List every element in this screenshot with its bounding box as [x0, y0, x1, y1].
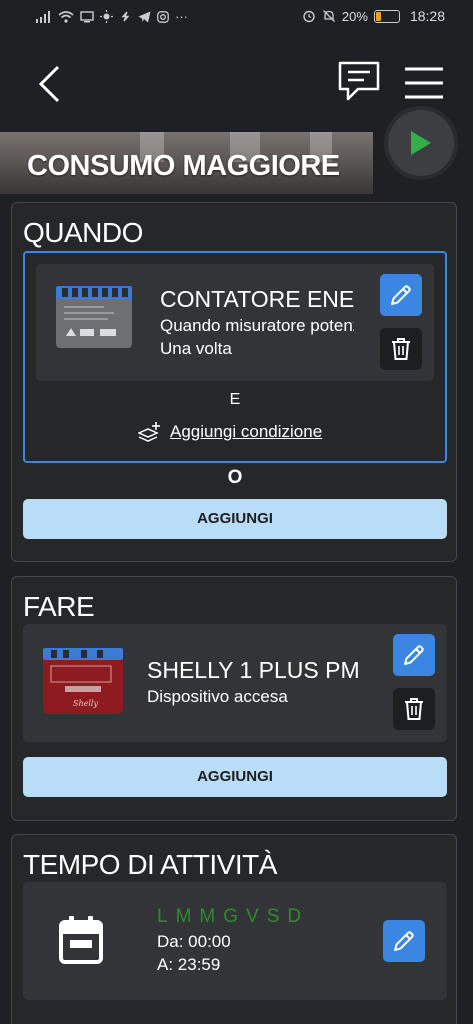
delete-condition-button[interactable]	[380, 328, 422, 370]
action-description: Dispositivo accesa	[147, 687, 288, 706]
shelly-device-image: Shelly	[43, 648, 123, 714]
condition-description: Quando misuratore potenza	[160, 316, 354, 335]
svg-text:Shelly: Shelly	[73, 699, 98, 708]
sun-icon	[100, 10, 113, 23]
weekday-thu: G	[223, 906, 239, 927]
signal-icon	[36, 10, 50, 23]
edit-condition-button[interactable]	[380, 274, 422, 316]
battery-icon	[373, 9, 400, 23]
and-label: E	[229, 391, 241, 408]
or-label: O	[227, 467, 243, 488]
edit-action-button[interactable]	[393, 634, 435, 676]
weekday-tue: M	[175, 906, 192, 927]
do-panel: FARE Shelly SHELLY 1 PLUS PM Dispositivo…	[11, 576, 457, 821]
add-condition-label: Aggiungi condizione	[170, 422, 323, 441]
schedule-card[interactable]: L M M G V S D Da: 00:00 A: 23:59	[23, 882, 447, 1000]
weekdays: L M M G V S D	[157, 906, 301, 928]
condition-group: CONTATORE ENERGIA Quando misuratore pote…	[23, 251, 447, 463]
status-bar: ··· 20% 18:28	[0, 0, 473, 34]
pencil-icon	[404, 645, 424, 665]
monitor-icon	[80, 10, 94, 22]
chat-icon[interactable]	[336, 59, 382, 105]
play-icon	[411, 131, 431, 155]
alarm-icon	[303, 10, 315, 23]
when-panel: QUANDO CONTATORE ENERGIA Quando misurato…	[11, 202, 457, 562]
delete-action-button[interactable]	[393, 688, 435, 730]
edit-schedule-button[interactable]	[383, 920, 425, 962]
more-icon: ···	[175, 9, 188, 24]
trash-icon	[392, 338, 410, 360]
trash-icon	[405, 698, 423, 720]
add-condition-link[interactable]: Aggiungi condizione	[138, 419, 322, 445]
condition-device-name: CONTATORE ENERGIA	[160, 286, 354, 312]
schedule-to: A: 23:59	[157, 955, 221, 974]
weekday-sat: S	[266, 906, 280, 927]
battery-percent: 20%	[341, 8, 368, 24]
pencil-icon	[391, 285, 411, 305]
scene-banner: CONSUMO MAGGIORE	[0, 132, 373, 194]
condition-card[interactable]: CONTATORE ENERGIA Quando misuratore pote…	[36, 264, 434, 381]
activity-panel: TEMPO DI ATTIVITÀ L M M G V S D Da: 00:0…	[11, 834, 457, 1024]
status-left-icons: ···	[36, 9, 188, 24]
schedule-from: Da: 00:00	[157, 932, 231, 951]
do-title: FARE	[23, 591, 95, 622]
weekday-mon: L	[157, 906, 168, 927]
weekday-wed: M	[199, 906, 216, 927]
add-when-button[interactable]: AGGIUNGI	[23, 499, 447, 539]
wifi-icon	[58, 10, 74, 23]
energy-meter-device-image	[56, 286, 132, 348]
pencil-icon	[394, 931, 414, 951]
layers-add-icon	[138, 422, 160, 442]
status-right-icons: 20% 18:28	[302, 8, 445, 24]
action-card[interactable]: Shelly SHELLY 1 PLUS PM Dispositivo acce…	[23, 624, 447, 742]
status-time: 18:28	[409, 8, 445, 24]
activity-title: TEMPO DI ATTIVITÀ	[23, 849, 277, 880]
back-arrow-icon[interactable]	[36, 64, 66, 104]
hamburger-menu-icon[interactable]	[404, 66, 444, 100]
condition-frequency: Una volta	[160, 339, 232, 358]
shazam-icon	[121, 11, 130, 22]
weekday-fri: V	[246, 906, 259, 927]
mute-icon	[322, 10, 335, 22]
telegram-icon	[138, 11, 151, 22]
action-device-name: SHELLY 1 PLUS PM	[147, 657, 360, 683]
scene-title: CONSUMO MAGGIORE	[27, 150, 340, 182]
play-button[interactable]	[384, 106, 458, 180]
weekday-sun: D	[287, 906, 302, 927]
calendar-icon	[59, 916, 103, 964]
add-do-button[interactable]: AGGIUNGI	[23, 757, 447, 797]
instagram-icon	[157, 10, 169, 23]
when-title: QUANDO	[23, 217, 143, 248]
